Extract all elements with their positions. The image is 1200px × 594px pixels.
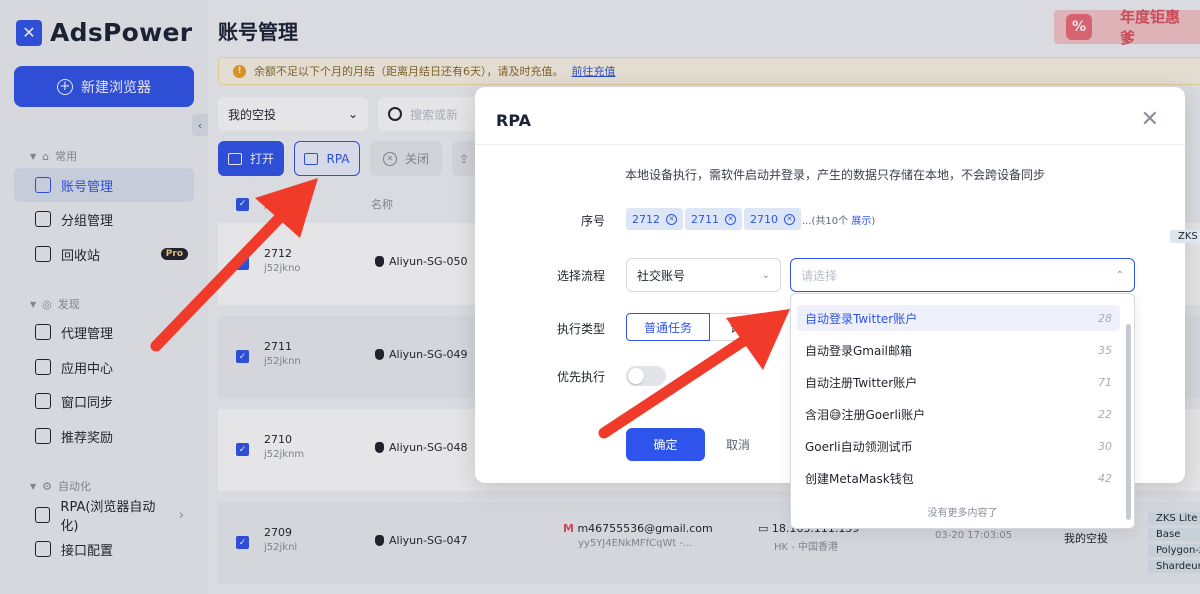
dropdown-option[interactable]: Goerli自动领测试币 30 — [797, 433, 1120, 459]
dropdown-option[interactable]: 自动注册Twitter账户 71 — [797, 369, 1120, 395]
seq-more: ...(共10个 展示) — [802, 216, 876, 227]
tag: ZKS Lite — [1170, 230, 1200, 243]
cancel-button[interactable]: 取消 — [726, 428, 750, 461]
remove-chip-icon[interactable]: ✕ — [784, 213, 795, 225]
type-scheduled-button[interactable]: 计 — [710, 313, 750, 341]
priority-label: 优先执行 — [556, 370, 605, 384]
modal-title: RPA — [496, 111, 531, 130]
ok-button[interactable]: 确定 — [626, 428, 705, 461]
show-all-link[interactable]: 展示 — [851, 216, 871, 227]
close-icon[interactable]: ✕ — [1141, 107, 1159, 132]
dropdown-option[interactable]: 自动登录Twitter账户 28 — [797, 305, 1120, 331]
type-normal-button[interactable]: 普通任务 — [626, 313, 710, 341]
type-label: 执行类型 — [556, 322, 605, 336]
remove-chip-icon[interactable]: ✕ — [666, 213, 677, 225]
modal-description: 本地设备执行，需软件启动并登录，产生的数据只存储在本地，不会跨设备同步 — [625, 168, 1046, 182]
toggle-knob — [628, 368, 644, 384]
dropdown-option[interactable]: 含泪😅注册Goerli账户 22 — [797, 401, 1120, 427]
dropdown-option[interactable]: 创建MetaMask钱包 42 — [797, 465, 1120, 491]
flow-select[interactable]: 社交账号 ⌄ — [626, 258, 781, 292]
flow-label: 选择流程 — [556, 269, 605, 283]
chevron-up-icon: ⌃ — [1115, 269, 1124, 281]
seq-chip: 2710 ✕ — [744, 208, 801, 230]
remove-chip-icon[interactable]: ✕ — [725, 213, 736, 225]
seq-chip: 2711 ✕ — [685, 208, 742, 230]
chevron-down-icon: ⌄ — [761, 269, 770, 281]
seq-chip: 2712 ✕ — [626, 208, 683, 230]
divider — [475, 144, 1185, 145]
priority-toggle[interactable] — [626, 366, 666, 386]
dropdown-option[interactable]: 自动登录Gmail邮箱 35 — [797, 337, 1120, 363]
seq-label: 序号 — [580, 214, 605, 228]
process-dropdown: 自动登录Twitter账户 28 自动登录Gmail邮箱 35 自动注册Twitte… — [790, 293, 1135, 529]
dropdown-end-text: 没有更多内容了 — [927, 508, 998, 519]
row-tags-peek: ZKS Lite — [1170, 230, 1200, 243]
process-select[interactable]: 请选择 ⌃ — [790, 258, 1135, 292]
dropdown-scrollbar[interactable] — [1126, 324, 1131, 520]
